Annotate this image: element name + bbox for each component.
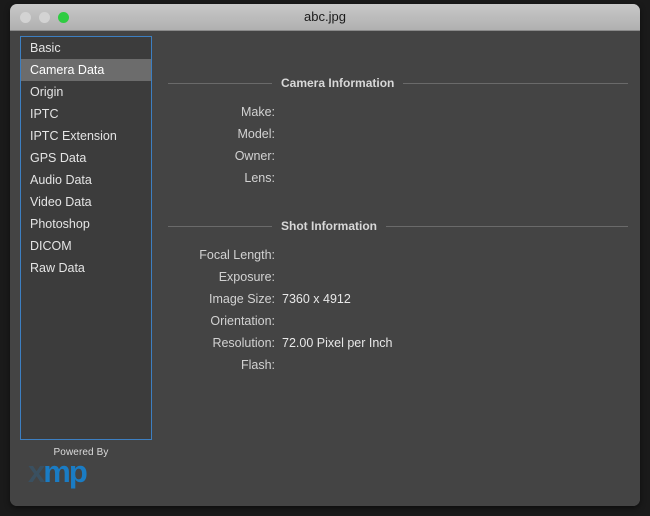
field-row: Flash:: [168, 354, 640, 376]
sidebar-item-camera-data[interactable]: Camera Data: [21, 59, 151, 81]
sidebar-item-audio-data[interactable]: Audio Data: [21, 169, 151, 191]
sidebar-item-video-data[interactable]: Video Data: [21, 191, 151, 213]
category-list[interactable]: BasicCamera DataOriginIPTCIPTC Extension…: [20, 36, 152, 440]
sidebar-item-origin[interactable]: Origin: [21, 81, 151, 103]
field-label-flash: Flash:: [168, 358, 282, 372]
field-label-owner: Owner:: [168, 149, 282, 163]
field-row: Model:: [168, 123, 640, 145]
metadata-dialog-window: abc.jpg BasicCamera DataOriginIPTCIPTC E…: [10, 4, 640, 506]
details-pane: Camera Information Make: Model: Owner: Lens:…: [168, 31, 640, 506]
sidebar-item-dicom[interactable]: DICOM: [21, 235, 151, 257]
field-label-model: Model:: [168, 127, 282, 141]
field-value-image-size[interactable]: 7360 x 4912: [282, 292, 351, 306]
field-row: Focal Length:: [168, 244, 640, 266]
section-header: Shot Information: [168, 218, 640, 234]
sidebar-item-gps-data[interactable]: GPS Data: [21, 147, 151, 169]
dialog-body: BasicCamera DataOriginIPTCIPTC Extension…: [10, 31, 640, 506]
section-rule-left: [168, 226, 272, 227]
field-list: Make: Model: Owner: Lens:: [168, 101, 640, 189]
field-label-image-size: Image Size:: [168, 292, 282, 306]
field-row: Image Size:7360 x 4912: [168, 288, 640, 310]
sidebar-item-iptc-extension[interactable]: IPTC Extension: [21, 125, 151, 147]
section-rule-left: [168, 83, 272, 84]
field-list: Focal Length: Exposure: Image Size:7360 x …: [168, 244, 640, 376]
field-label-resolution: Resolution:: [168, 336, 282, 350]
field-label-exposure: Exposure:: [168, 270, 282, 284]
field-label-focal-length: Focal Length:: [168, 248, 282, 262]
section-title: Shot Information: [281, 219, 377, 233]
section-rule-right: [403, 83, 628, 84]
section-camera-information: Camera Information Make: Model: Owner: Lens:: [168, 75, 640, 189]
field-label-lens: Lens:: [168, 171, 282, 185]
sidebar-item-basic[interactable]: Basic: [21, 37, 151, 59]
field-row: Lens:: [168, 167, 640, 189]
field-row: Resolution:72.00 Pixel per Inch: [168, 332, 640, 354]
field-row: Owner:: [168, 145, 640, 167]
field-value-resolution[interactable]: 72.00 Pixel per Inch: [282, 336, 393, 350]
section-rule-right: [386, 226, 628, 227]
field-label-orientation: Orientation:: [168, 314, 282, 328]
footer-bar: Preferences Template Fo... Cancel OK: [10, 459, 640, 506]
title-bar: abc.jpg: [10, 4, 640, 31]
section-shot-information: Shot Information Focal Length: Exposure: Im…: [168, 218, 640, 376]
field-row: Orientation:: [168, 310, 640, 332]
section-title: Camera Information: [281, 76, 394, 90]
sidebar-item-iptc[interactable]: IPTC: [21, 103, 151, 125]
section-header: Camera Information: [168, 75, 640, 91]
field-row: Make:: [168, 101, 640, 123]
sidebar-item-raw-data[interactable]: Raw Data: [21, 257, 151, 279]
field-row: Exposure:: [168, 266, 640, 288]
sidebar-item-photoshop[interactable]: Photoshop: [21, 213, 151, 235]
window-title: abc.jpg: [10, 4, 640, 30]
field-label-make: Make:: [168, 105, 282, 119]
